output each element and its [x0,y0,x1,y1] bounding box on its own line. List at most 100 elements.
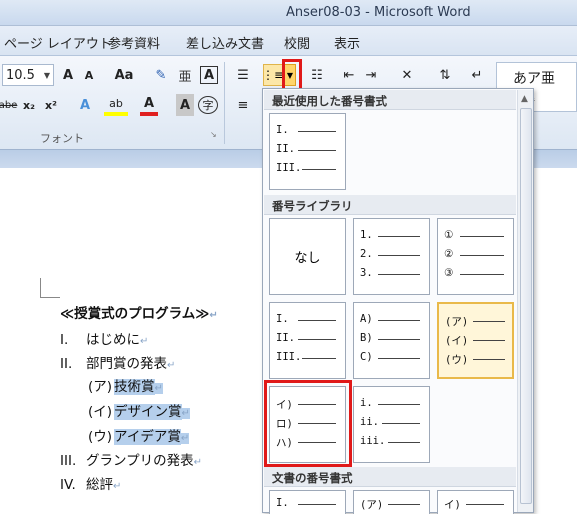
numbering-tile[interactable]: I. II. III. [269,302,346,379]
tile-label: II. [276,143,295,155]
list-number: III. [60,453,77,469]
numbering-tile-selected[interactable]: (ア) (イ) (ウ) [437,302,514,379]
numbering-tile[interactable]: ① ② ③ [437,218,514,295]
tile-line [466,504,504,505]
clear-format-icon[interactable]: ✎ [152,64,170,86]
tile-label: (ウ) [445,354,469,366]
scroll-up-icon[interactable]: ▲ [521,94,528,104]
bullets-icon[interactable]: ☰ [232,64,254,86]
list-item[interactable]: I. はじめに↵ [60,328,148,348]
tile-line [388,442,420,443]
tab-mailings[interactable]: 差し込み文書 [186,33,264,52]
phonetic-guide-icon[interactable]: 亜 [176,64,194,86]
document-format-tile[interactable]: I. [269,490,346,514]
style-sample: あア亜 [513,71,555,87]
superscript-button[interactable]: x² [42,94,60,116]
shrink-font-button[interactable]: A [80,64,98,86]
tile-line [388,504,420,505]
tile-line [302,169,336,170]
return-mark: ↵ [113,481,122,492]
tile-line [473,359,505,360]
font-color-button[interactable]: A [140,94,158,116]
font-size-box[interactable]: 10.5 ▼ [2,64,54,86]
tile-line [378,339,420,340]
tab-view[interactable]: 表示 [334,33,360,52]
numbering-tile[interactable]: i. ii. iii. [353,386,430,463]
grow-font-button[interactable]: A [58,64,78,86]
sort-icon[interactable]: ⇅ [436,64,454,86]
return-mark: ↵ [167,360,176,371]
decrease-indent-icon[interactable]: ⇤ [340,64,358,86]
document-formats-header: 文書の番号書式 [264,467,516,487]
list-item[interactable]: IV. 総評↵ [60,473,121,493]
tile-label: (ア) [360,499,384,511]
tile-label: (ア) [445,316,469,328]
scrollbar-thumb[interactable] [520,108,532,504]
list-text: 総評 [86,477,113,493]
tile-label: iii. [360,435,386,447]
none-label: なし [294,251,321,266]
text-effect-button[interactable]: A [74,94,96,116]
strikethrough-button[interactable]: abe [0,94,17,116]
highlight-button[interactable]: ab [104,94,128,116]
document-format-tile[interactable]: (ア) [353,490,430,514]
list-text: デザイン賞 [114,404,182,420]
numbering-dropdown-menu: 最近使用した番号書式 I. II. III. 番号ライブラリ なし 1. 2. … [262,88,534,514]
numbering-tile[interactable]: 1. 2. 3. [353,218,430,295]
char-border-icon[interactable]: A [200,66,218,84]
numbering-tile[interactable]: A) B) C) [353,302,430,379]
enclosed-char-button[interactable]: 字 [198,96,218,114]
tile-label: I. [276,313,289,325]
list-item[interactable]: (イ) デザイン賞↵ [88,400,190,420]
multilevel-list-icon[interactable]: ☷ [306,64,328,86]
menu-scrollbar[interactable]: ▲ [517,90,533,512]
window-title: Anser08-03 - Microsoft Word [286,5,471,20]
tile-line [460,274,504,275]
document-format-tile[interactable]: イ) [437,490,514,514]
numbering-dropdown-highlight [282,59,302,91]
tile-label: ② [444,248,454,260]
tile-line [378,274,420,275]
return-mark: ↵ [180,433,190,444]
group-separator [224,62,225,144]
char-shading-button[interactable]: A [176,94,194,116]
list-item[interactable]: (ア) 技術賞↵ [88,375,163,395]
change-case-button[interactable]: Aa [110,64,138,86]
tile-line [298,150,336,151]
tile-label: i. [360,397,373,409]
tile-line [298,504,336,505]
iroha-tile-highlight [264,380,352,467]
tab-references[interactable]: 参考資料 [108,33,160,52]
return-mark: ↵ [181,408,190,419]
tile-label: A) [360,313,373,325]
show-marks-icon[interactable]: ↵ [470,64,484,86]
asian-layout-icon[interactable]: ✕ [394,64,420,86]
list-number: (ア) [88,379,113,395]
list-item[interactable]: II. 部門賞の発表↵ [60,352,175,372]
tile-label: I. [276,124,289,136]
numbering-icon: ⋮≡ [261,68,285,82]
return-mark: ↵ [209,310,218,321]
tile-label: イ) [444,499,461,511]
dialog-launcher-icon[interactable]: ↘ [210,130,217,139]
recent-format-tile[interactable]: I. II. III. [269,113,346,190]
none-tile[interactable]: なし [269,218,346,295]
tile-line [302,358,336,359]
tile-label: B) [360,332,373,344]
document-title[interactable]: ≪授賞式のプログラム≫↵ [60,302,218,322]
return-mark: ↵ [140,336,149,347]
increase-indent-icon[interactable]: ⇥ [362,64,380,86]
tab-review[interactable]: 校閲 [284,33,310,52]
tile-label: 3. [360,267,373,279]
list-number: (ウ) [88,429,113,445]
tile-line [460,236,504,237]
list-item[interactable]: III. グランプリの発表↵ [60,449,202,469]
subscript-button[interactable]: x₂ [20,94,38,116]
tab-page-layout[interactable]: ページ レイアウト [4,33,112,52]
list-item[interactable]: (ウ) アイデア賞↵ [88,425,190,445]
numbering-button[interactable]: ⋮≡ [261,64,285,86]
tile-label: (イ) [445,335,469,347]
chevron-down-icon: ▼ [43,70,50,80]
tile-label: III. [276,162,302,174]
align-left-icon[interactable]: ≡ [232,94,254,116]
